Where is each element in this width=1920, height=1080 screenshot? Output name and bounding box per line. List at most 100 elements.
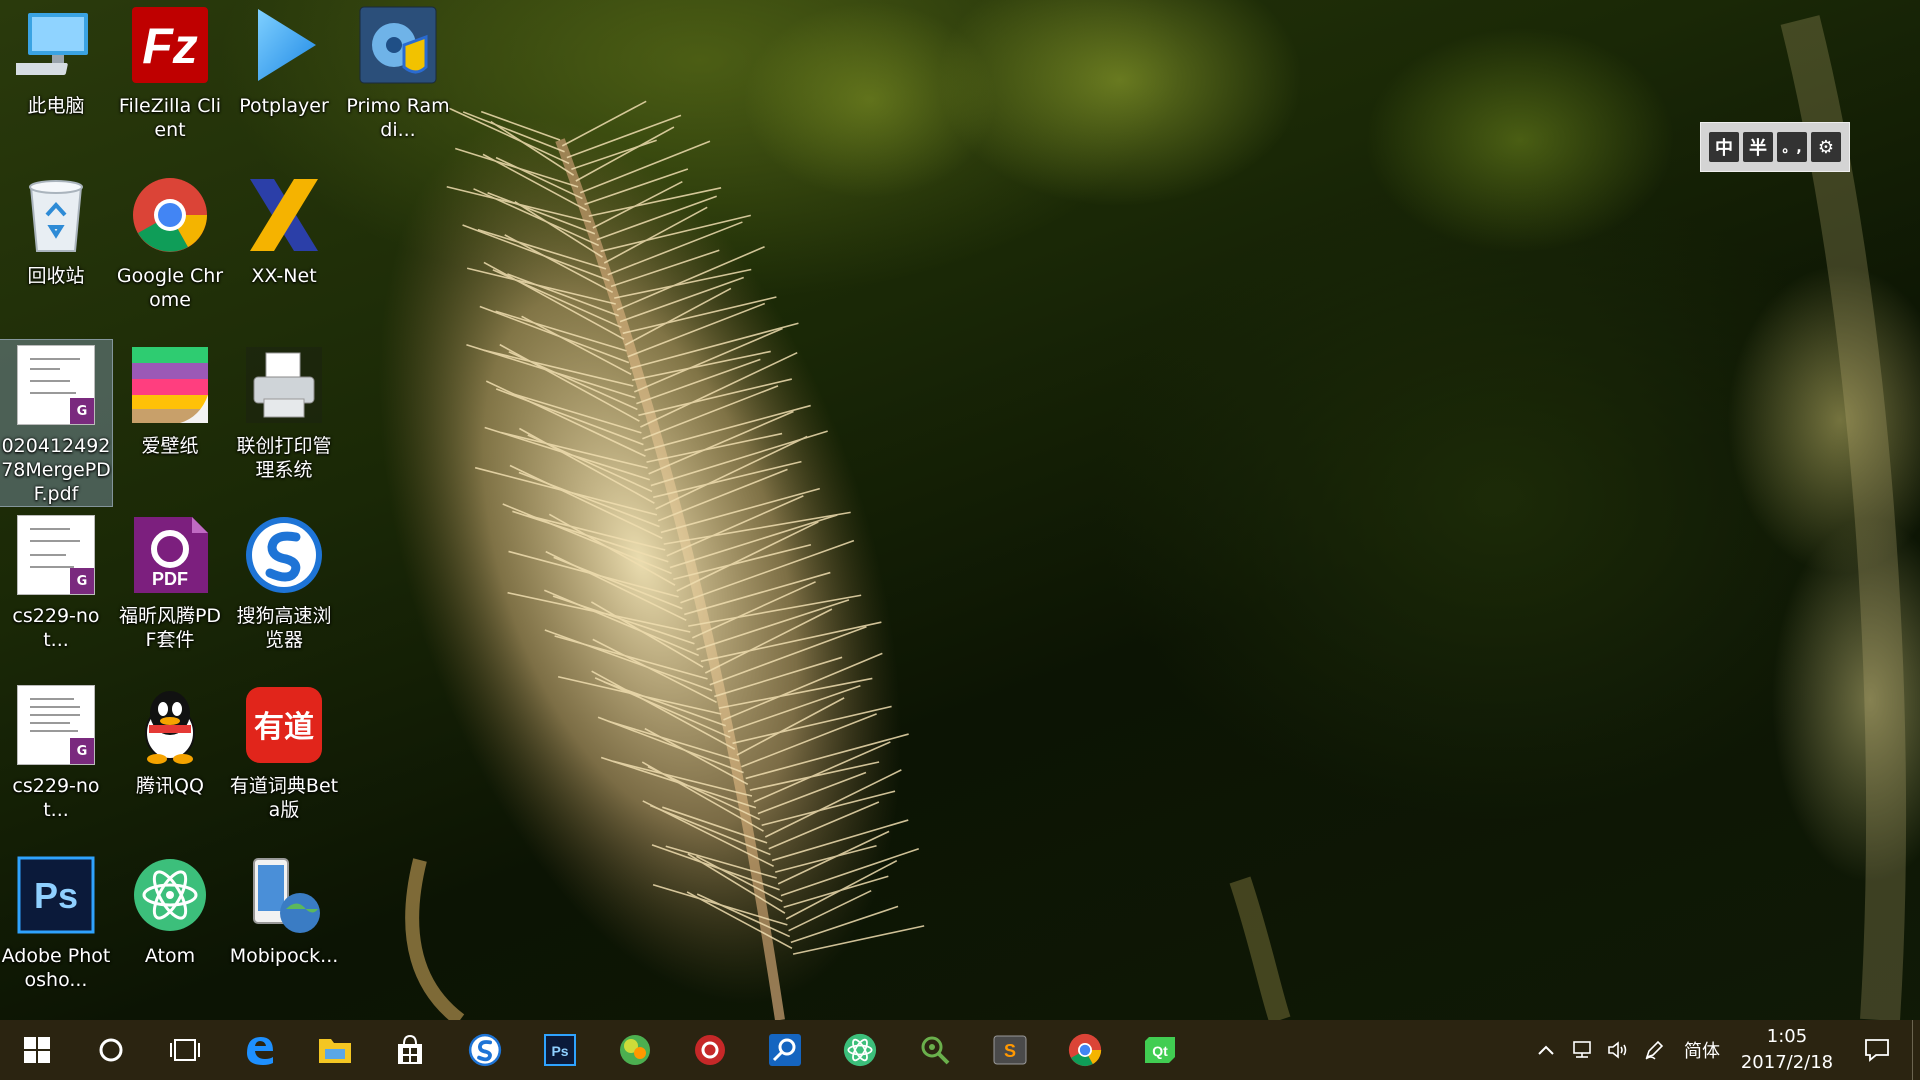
taskbar-sogou-browser[interactable] (447, 1020, 522, 1080)
taskbar-atom[interactable] (822, 1020, 897, 1080)
desktop-icon-label: cs229-not... (12, 775, 100, 821)
ime-toolbar[interactable]: 中 半 。, ⚙ (1700, 122, 1850, 172)
edge-icon (246, 1037, 273, 1065)
wallpaper-app-icon (129, 344, 211, 426)
svg-text:Ps: Ps (551, 1043, 568, 1059)
ime-settings-button[interactable]: ⚙ (1811, 132, 1841, 162)
desktop-icon-sogou-browser[interactable]: 搜狗高速浏览器 (228, 510, 340, 676)
desktop-icon-label: cs229-not... (12, 605, 100, 651)
notification-icon (1865, 1039, 1889, 1062)
desktop-icon-label: 腾讯QQ (136, 775, 204, 797)
start-button[interactable] (0, 1020, 74, 1080)
show-desktop-button[interactable] (1912, 1020, 1920, 1080)
network-icon (1573, 1041, 1591, 1058)
desktop-icon-photoshop[interactable]: Ps Adobe Photosho... (0, 850, 112, 1016)
pdf-file-icon: G (15, 684, 97, 766)
network-app-icon (921, 1036, 949, 1065)
file-explorer-icon (318, 1039, 351, 1063)
clock-time: 1:05 (1766, 1026, 1808, 1047)
sublime-icon: S (993, 1035, 1026, 1065)
desktop-icon-recycle-bin[interactable]: 回收站 (0, 170, 112, 336)
primo-ramdisk-icon (357, 4, 439, 86)
xx-net-icon (243, 174, 325, 256)
system-tray: 简体 1:05 2017/2/18 (1528, 1020, 1920, 1080)
desktop-icon-this-pc[interactable]: 此电脑 (0, 0, 112, 166)
taskbar-qt[interactable]: Qt (1122, 1020, 1197, 1080)
desktop-icon-label: Primo Ramdi... (346, 95, 450, 141)
pdf-badge-icon: G (70, 398, 94, 424)
qt-icon: Qt (1144, 1037, 1175, 1063)
desktop-icon-wallpaper-app[interactable]: 爱壁纸 (114, 340, 226, 506)
pen-icon (1645, 1040, 1664, 1060)
mobipocket-icon (243, 854, 325, 936)
cortana-button[interactable] (74, 1020, 148, 1080)
taskbar-edge[interactable] (222, 1020, 297, 1080)
windows-logo-icon (24, 1037, 50, 1063)
taskbar-red-app[interactable] (672, 1020, 747, 1080)
taskbar-green-app[interactable] (597, 1020, 672, 1080)
printer-icon (243, 344, 325, 426)
clock-date: 2017/2/18 (1740, 1052, 1834, 1073)
foxit-pdf-icon: PDF (129, 514, 211, 596)
cortana-circle-icon (99, 1038, 123, 1062)
taskbar-chrome[interactable] (1047, 1020, 1122, 1080)
svg-text:Ps: Ps (34, 875, 78, 916)
desktop-icon-label: 有道词典Beta版 (229, 775, 339, 821)
desktop-icon-label: 搜狗高速浏览器 (236, 605, 332, 651)
desktop-icon-label: Google Chrome (116, 265, 224, 311)
ime-punctuation-button[interactable]: 。, (1777, 132, 1807, 162)
taskbar-network-app[interactable] (897, 1020, 972, 1080)
green-app-icon (619, 1035, 650, 1065)
store-icon (397, 1034, 422, 1064)
taskbar-photoshop[interactable]: Ps (522, 1020, 597, 1080)
desktop-icon-qq[interactable]: 腾讯QQ (114, 680, 226, 846)
svg-text:Fz: Fz (142, 18, 198, 74)
desktop-icon-potplayer[interactable]: Potplayer (228, 0, 340, 166)
taskbar-store[interactable] (372, 1020, 447, 1080)
red-app-icon (694, 1035, 725, 1065)
action-center-button[interactable] (1842, 1020, 1912, 1080)
desktop-icon-label: XX-Net (251, 265, 317, 287)
desktop-icon-google-chrome[interactable]: Google Chrome (114, 170, 226, 336)
desktop-icon-label: 02041249278MergePDF.pdf (1, 435, 111, 505)
pen-tray-button[interactable] (1636, 1020, 1672, 1080)
desktop-icon-merge-pdf[interactable]: G 02041249278MergePDF.pdf (0, 339, 113, 507)
taskbar-file-explorer[interactable] (297, 1020, 372, 1080)
desktop-icon-xx-net[interactable]: XX-Net (228, 170, 340, 336)
search-app-icon (768, 1034, 801, 1066)
show-hidden-icons-button[interactable] (1528, 1020, 1564, 1080)
youdao-icon: 有道 (243, 684, 325, 766)
taskbar: Ps S Qt 简体 1:05 2017/2/18 (0, 1020, 1920, 1080)
desktop-icon-foxit-pdf[interactable]: PDF 福昕风腾PDF套件 (114, 510, 226, 676)
ime-chinese-mode-button[interactable]: 中 (1709, 132, 1739, 162)
desktop-icon-filezilla[interactable]: Fz FileZilla Client (114, 0, 226, 166)
desktop-icon-label: FileZilla Client (118, 95, 222, 141)
taskbar-sublime[interactable]: S (972, 1020, 1047, 1080)
svg-text:Qt: Qt (1152, 1043, 1168, 1059)
desktop-icon-label: 回收站 (27, 265, 85, 287)
desktop-icon-atom[interactable]: Atom (114, 850, 226, 1016)
volume-tray-button[interactable] (1600, 1020, 1636, 1080)
desktop-icon-label: Potplayer (239, 95, 329, 117)
desktop-icon-print-manager[interactable]: 联创打印管理系统 (228, 340, 340, 506)
taskbar-search-app[interactable] (747, 1020, 822, 1080)
chrome-icon (1068, 1033, 1101, 1067)
svg-text:S: S (1003, 1041, 1015, 1061)
input-method-indicator[interactable]: 简体 (1672, 1037, 1732, 1063)
recycle-bin-icon (15, 174, 97, 256)
desktop-icon-primo-ramdisk[interactable]: Primo Ramdi... (342, 0, 454, 166)
computer-icon (15, 4, 97, 86)
network-tray-button[interactable] (1564, 1020, 1600, 1080)
desktop-icon-mobipocket[interactable]: Mobipock... (228, 850, 340, 1016)
sogou-browser-icon (243, 514, 325, 596)
task-view-button[interactable] (148, 1020, 222, 1080)
clock[interactable]: 1:05 2017/2/18 (1732, 1024, 1842, 1076)
ime-halfwidth-button[interactable]: 半 (1743, 132, 1773, 162)
atom-icon (843, 1033, 876, 1067)
volume-icon (1608, 1041, 1627, 1059)
desktop-icon-cs229-notes-1[interactable]: G cs229-not... (0, 510, 112, 676)
desktop-icon-youdao-dict[interactable]: 有道 有道词典Beta版 (228, 680, 340, 846)
potplayer-icon (243, 4, 325, 86)
desktop-icon-label: 爱壁纸 (141, 435, 199, 457)
desktop-icon-cs229-notes-2[interactable]: G cs229-not... (0, 680, 112, 846)
